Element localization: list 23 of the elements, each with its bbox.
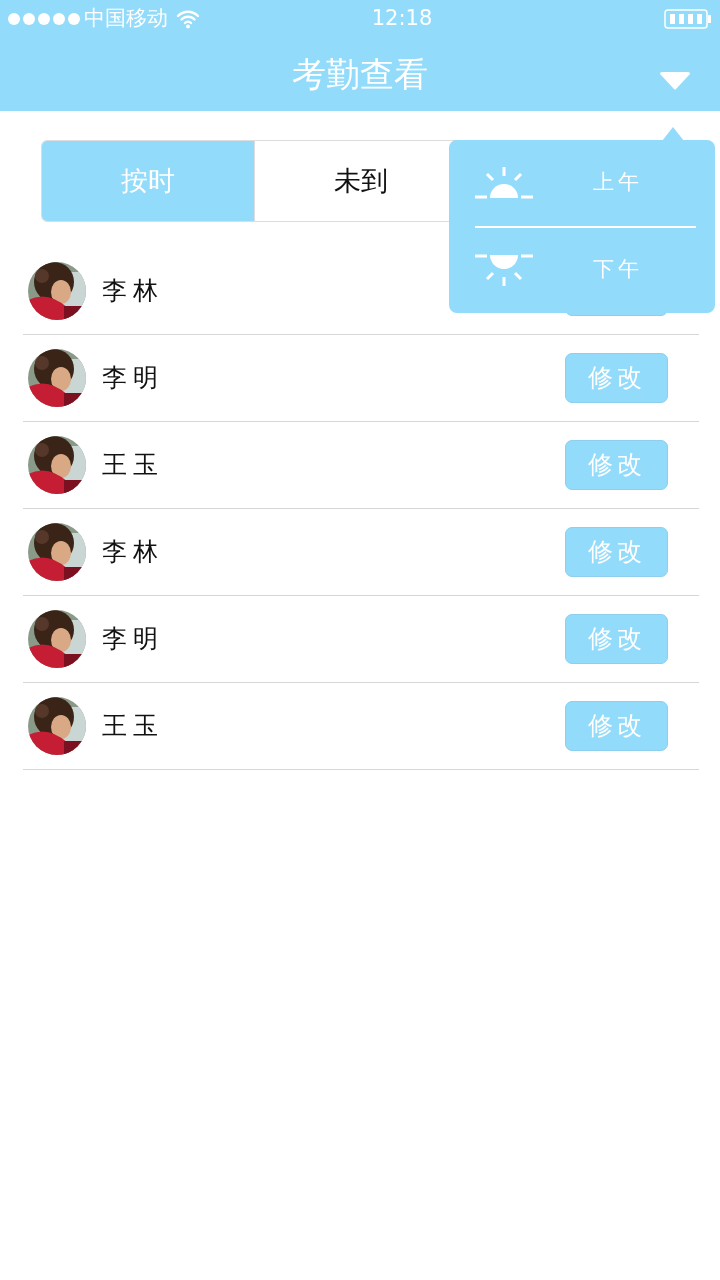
page-title: 考勤查看 [292, 54, 428, 94]
edit-button[interactable]: 修改 [565, 527, 668, 577]
battery-icon [664, 8, 712, 30]
sunset-icon [475, 254, 533, 286]
person-name: 王玉 [102, 449, 164, 482]
menu-item[interactable]: 下午 [593, 254, 643, 286]
dropdown-caret-icon[interactable] [660, 72, 690, 90]
person-name: 李明 [102, 362, 164, 395]
signal-icon [8, 13, 80, 25]
edit-button[interactable]: 修改 [565, 353, 668, 403]
edit-button[interactable]: 修改 [565, 701, 668, 751]
segment-tab[interactable]: 按时 [42, 141, 255, 221]
person-name: 李林 [102, 275, 164, 308]
carrier-name: 中国移动 [84, 5, 168, 33]
wifi-icon [176, 9, 200, 29]
menu-item[interactable]: 上午 [593, 167, 643, 199]
person-name: 王玉 [102, 710, 164, 743]
edit-button[interactable]: 修改 [565, 440, 668, 490]
person-name: 李林 [102, 536, 164, 569]
clock-time: 12:18 [371, 5, 434, 33]
sunrise-icon [475, 167, 533, 199]
person-name: 李明 [102, 623, 164, 656]
edit-button[interactable]: 修改 [565, 614, 668, 664]
